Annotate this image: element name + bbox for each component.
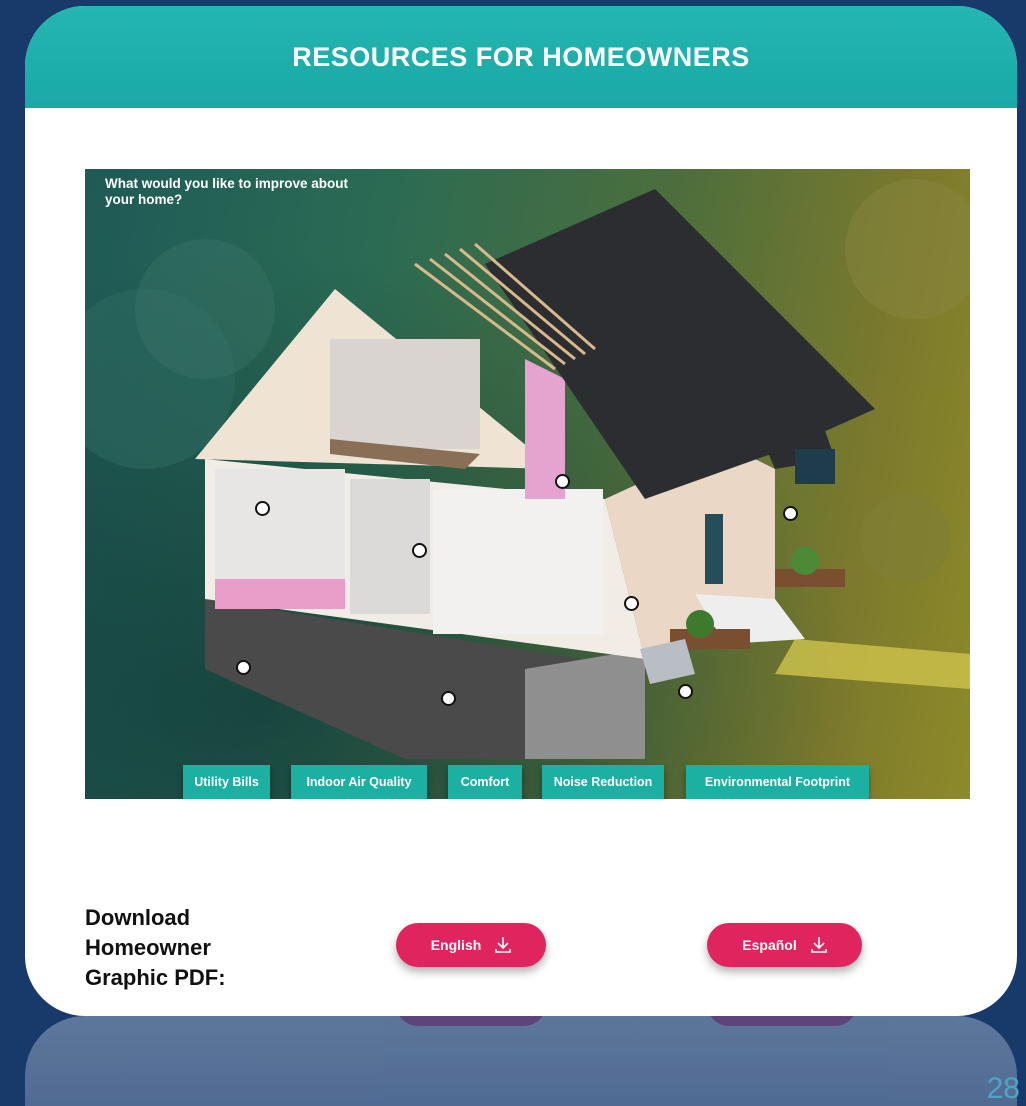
house-illustration: What would you like to improve about you… — [85, 169, 970, 799]
download-english-label: English — [430, 937, 482, 953]
hotspot-hallway[interactable] — [412, 543, 427, 558]
reflection-espanol-button — [707, 1016, 857, 1026]
house-drawing — [85, 179, 970, 759]
card-header: RESOURCES FOR HOMEOWNERS — [25, 6, 1017, 108]
download-icon — [810, 937, 827, 953]
download-espanol-button[interactable]: Español — [707, 923, 862, 967]
page-number: 28 — [986, 1072, 1020, 1105]
category-noise-reduction-button[interactable]: Noise Reduction — [542, 765, 664, 799]
card-reflection — [25, 1016, 1017, 1106]
category-utility-bills-button[interactable]: Utility Bills — [183, 765, 270, 799]
hotspot-ac-unit[interactable] — [678, 684, 693, 699]
hotspot-exterior-window[interactable] — [783, 506, 798, 521]
category-indoor-air-quality-button[interactable]: Indoor Air Quality — [291, 765, 427, 799]
download-english-button[interactable]: English — [396, 923, 546, 967]
category-comfort-button[interactable]: Comfort — [448, 765, 522, 799]
hotspot-kitchen[interactable] — [255, 501, 270, 516]
download-label: Download Homeowner Graphic PDF: — [85, 905, 226, 990]
category-buttons: Utility Bills Indoor Air Quality Comfort… — [85, 765, 970, 799]
page-title: RESOURCES FOR HOMEOWNERS — [292, 41, 750, 72]
resources-card: RESOURCES FOR HOMEOWNERS What would you … — [25, 6, 1017, 1016]
category-environmental-footprint-button[interactable]: Environmental Footprint — [686, 765, 869, 799]
hotspot-water-heater[interactable] — [441, 691, 456, 706]
hotspot-attic-attic[interactable] — [555, 474, 570, 489]
download-icon — [495, 937, 512, 953]
hotspot-basement[interactable] — [236, 660, 251, 675]
hotspot-wall-insulation[interactable] — [624, 596, 639, 611]
download-espanol-label: Español — [742, 937, 797, 953]
scene-prompt: What would you like to improve about you… — [105, 176, 349, 207]
reflection-english-button — [396, 1016, 546, 1026]
